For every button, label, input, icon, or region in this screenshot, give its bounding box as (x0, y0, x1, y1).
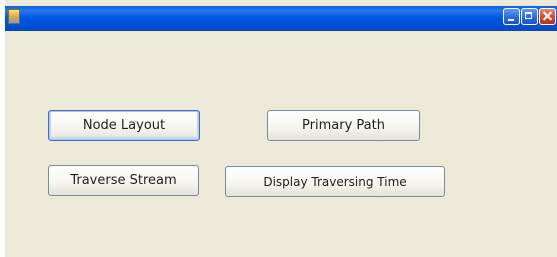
display-traversing-time-button[interactable]: Display Traversing Time (225, 166, 445, 197)
node-layout-button[interactable]: Node Layout (48, 110, 200, 141)
minimize-button[interactable] (503, 8, 520, 25)
primary-path-button[interactable]: Primary Path (267, 110, 420, 141)
app-window: Node Layout Primary Path Traverse Stream… (0, 0, 557, 257)
application-icon[interactable] (8, 9, 20, 24)
title-bar[interactable] (5, 6, 557, 31)
close-button[interactable] (539, 8, 556, 25)
maximize-button[interactable] (521, 8, 538, 25)
traverse-stream-button[interactable]: Traverse Stream (48, 165, 199, 196)
